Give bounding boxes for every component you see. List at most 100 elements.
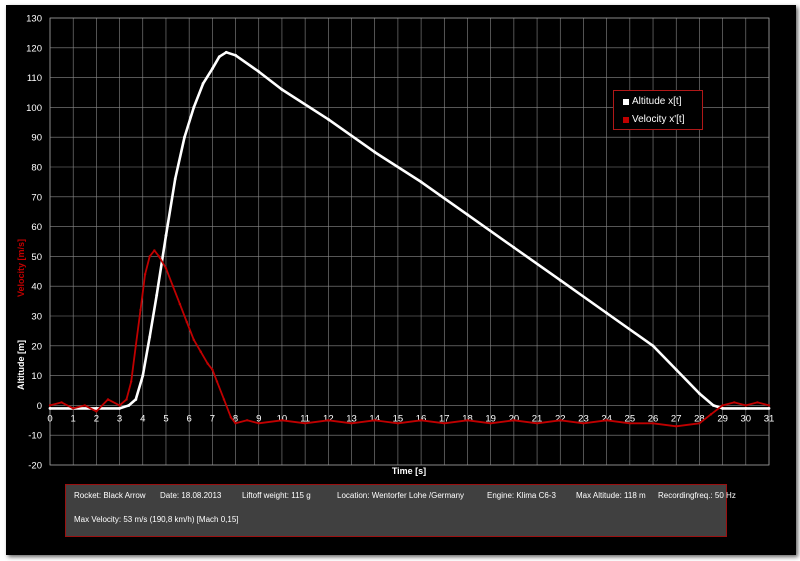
legend-item-altitude: Altitude x[t] [623,94,702,109]
data-point-velocity [721,404,724,407]
data-point-velocity [134,344,138,347]
data-point-velocity [443,422,446,425]
data-point-velocity [419,419,423,422]
data-point-altitude [326,117,330,121]
data-point-velocity [148,255,151,258]
data-point-altitude [767,406,771,410]
y-tick-label: 110 [27,73,42,84]
info-recording-frequency: Recordingfreq.: 50 Hz [658,491,736,500]
data-point-velocity [651,422,655,425]
data-point-altitude [234,53,237,57]
data-point-velocity [164,267,168,270]
data-point-altitude [674,368,678,372]
x-tick-label: 24 [601,413,612,424]
data-point-altitude [419,180,423,184]
data-point-altitude [721,406,725,410]
data-point-velocity [303,422,307,425]
y-tick-label: 60 [31,222,42,233]
info-location: Location: Wentorfer Lohe /Germany [337,491,465,500]
data-point-velocity [327,419,330,422]
data-point-velocity [535,422,539,425]
data-point-velocity [466,419,469,422]
y-tick-label: 90 [31,133,42,144]
data-point-altitude [512,246,516,249]
data-point-altitude [141,374,145,377]
data-point-altitude [201,82,205,85]
data-point-velocity [709,413,713,416]
y-tick-label: 120 [26,43,42,54]
data-point-velocity [489,422,492,425]
data-point-altitude [558,278,562,282]
x-tick-label: 6 [187,413,192,424]
x-tick-label: 12 [323,413,334,424]
data-point-velocity [178,302,182,306]
data-point-velocity [675,425,678,428]
data-point-velocity [211,368,214,371]
data-point-velocity [280,419,284,422]
x-axis-title: Time [s] [392,466,426,476]
legend-item-velocity: Velocity x'[t] [623,112,702,127]
data-point-velocity [605,419,608,422]
data-point-velocity [559,419,562,422]
data-point-velocity [582,422,585,425]
data-point-altitude [280,88,284,91]
legend-label-velocity: Velocity x'[t] [632,114,685,125]
y-tick-label: 70 [31,192,42,203]
data-point-altitude [183,135,186,139]
info-liftoff-weight: Liftoff weight: 115 g [242,491,311,500]
y-tick-labels: -20 -10 0 10 20 30 40 50 60 70 80 90 100 110 120 130 [26,14,42,472]
grid-lines [49,17,770,466]
data-point-velocity [192,338,195,342]
x-tick-label: 3 [117,413,122,424]
flight-chart: 0 1 2 3 4 5 6 7 8 9 10 11 12 13 14 15 16 17 18 19 20 21 22 23 24… [16,14,774,477]
info-engine: Engine: Klima C6-3 [487,491,556,500]
data-point-altitude [192,106,196,109]
y-tick-label: 40 [31,282,42,293]
y-tick-label: -10 [28,431,42,442]
data-point-velocity [222,398,226,401]
data-point-velocity [185,320,189,324]
x-tick-label: 27 [671,413,682,424]
x-tick-labels: 0 1 2 3 4 5 6 7 8 9 10 11 12 13 14 15 16 17 18 19 20 21 22 23 24… [47,413,774,424]
data-point-velocity [373,419,376,422]
data-point-velocity [733,401,736,404]
legend-swatch-altitude [623,98,629,105]
data-point-velocity [171,285,175,288]
data-point-altitude [134,398,138,401]
y-axis-title-velocity: Velocity [m/s] [16,239,26,297]
x-tick-label: 5 [163,413,168,424]
x-tick-label: 1 [71,413,76,424]
data-point-velocity [744,404,748,407]
data-point-velocity [118,404,121,407]
data-point-altitude [118,406,121,410]
legend-label-altitude: Altitude x[t] [632,96,682,107]
data-point-velocity [396,422,400,425]
data-point-velocity [215,380,219,383]
x-tick-label: 31 [764,413,775,424]
data-point-velocity [257,422,260,425]
y-tick-label: 100 [26,103,42,114]
y-tick-label: 20 [31,341,42,352]
x-tick-label: 30 [741,413,752,424]
x-tick-label: 10 [277,413,288,424]
y-tick-label: 80 [31,163,42,174]
data-point-altitude [127,404,131,407]
x-tick-label: 14 [369,413,380,424]
x-tick-label: 22 [555,413,566,424]
data-point-velocity [125,398,128,401]
x-tick-label: 7 [210,413,215,424]
data-point-velocity [512,419,516,422]
data-point-altitude [210,67,214,71]
data-point-velocity [206,362,209,365]
info-rocket: Rocket: Black Arrow [74,491,146,500]
data-point-altitude [744,406,748,410]
data-point-altitude [257,70,261,74]
x-tick-label: 0 [47,413,52,424]
x-tick-label: 16 [416,413,427,424]
y-tick-label: 10 [31,371,42,382]
data-point-velocity [628,422,632,425]
data-point-velocity [48,404,52,407]
data-point-velocity [106,398,110,401]
data-point-velocity [756,401,759,404]
data-point-altitude [651,344,655,348]
